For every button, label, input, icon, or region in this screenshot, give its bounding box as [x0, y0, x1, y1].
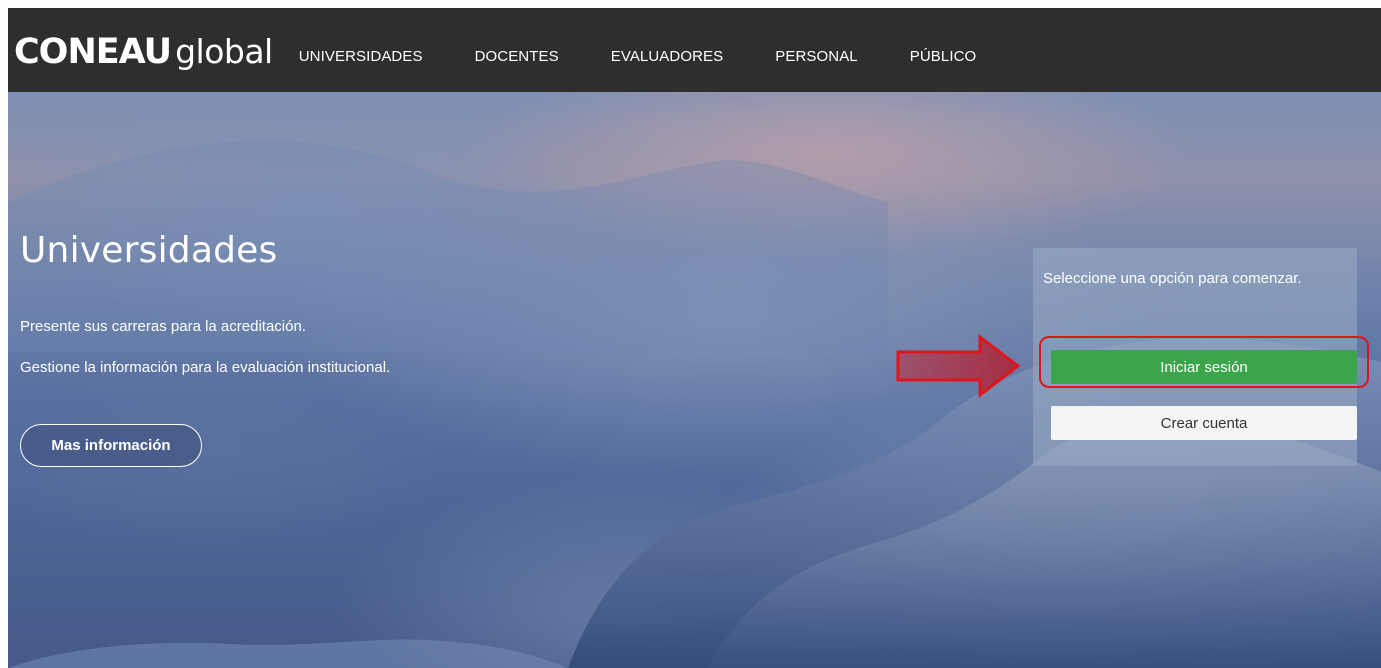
hero-description-line-1: Presente sus carreras para la acreditaci…: [20, 318, 306, 335]
nav-item-publico[interactable]: PÚBLICO: [910, 48, 977, 65]
nav-item-universidades[interactable]: UNIVERSIDADES: [299, 48, 423, 65]
logo-light-text: global: [175, 31, 273, 71]
hero-section: Universidades Presente sus carreras para…: [8, 92, 1381, 668]
top-navbar: CONEAU global UNIVERSIDADES DOCENTES EVA…: [8, 8, 1381, 92]
page-title: Universidades: [20, 230, 278, 271]
create-account-button[interactable]: Crear cuenta: [1051, 406, 1357, 440]
login-options-panel: Seleccione una opción para comenzar. Ini…: [1033, 248, 1357, 466]
hero-description-line-2: Gestione la información para la evaluaci…: [20, 359, 391, 376]
logo-bold-text: CONEAU: [14, 31, 172, 72]
login-button[interactable]: Iniciar sesión: [1051, 350, 1357, 384]
app-frame: CONEAU global UNIVERSIDADES DOCENTES EVA…: [8, 8, 1381, 668]
panel-prompt-text: Seleccione una opción para comenzar.: [1043, 270, 1302, 287]
nav-item-personal[interactable]: PERSONAL: [775, 48, 858, 65]
more-info-button[interactable]: Mas información: [20, 424, 202, 467]
coneau-global-logo[interactable]: CONEAU global: [14, 31, 273, 72]
main-nav: UNIVERSIDADES DOCENTES EVALUADORES PERSO…: [299, 48, 1029, 65]
nav-item-evaluadores[interactable]: EVALUADORES: [611, 48, 724, 65]
nav-item-docentes[interactable]: DOCENTES: [475, 48, 559, 65]
arrow-right-icon: [896, 334, 1021, 398]
